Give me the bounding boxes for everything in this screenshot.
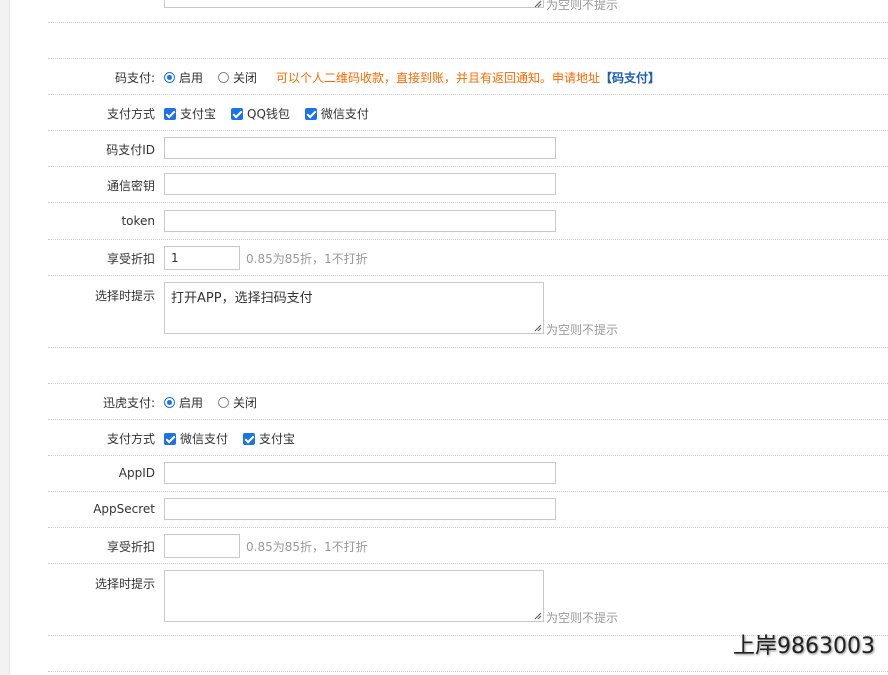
row-code-pay-prompt: 选择时提示 打开APP，选择扫码支付 为空则不提示	[48, 275, 888, 348]
code-pay-token-input[interactable]	[164, 210, 556, 232]
empty-no-hint: 为空则不提示	[546, 323, 619, 337]
row-code-pay-id: 码支付ID	[48, 130, 888, 167]
section-spacer	[48, 347, 888, 384]
row-xunhu-discount: 享受折扣 0.85为85折，1不打折	[48, 527, 888, 564]
code-pay-discount-label: 享受折扣	[106, 252, 155, 266]
row-code-pay-methods: 支付方式 支付宝 QQ钱包 微信支付	[48, 94, 888, 131]
code-pay-method-group: 支付宝 QQ钱包 微信支付	[164, 105, 384, 122]
row-xunhu-pay-methods: 支付方式 微信支付 支付宝	[48, 419, 888, 456]
code-pay-disable-option[interactable]: 关闭	[218, 69, 257, 86]
watermark-text: 上岸9863003	[733, 634, 875, 659]
resize-grip-icon[interactable]	[532, 0, 542, 8]
appid-input[interactable]	[164, 462, 556, 484]
appid-label: AppID	[118, 466, 155, 480]
method-wechat[interactable]: 微信支付	[164, 430, 228, 447]
left-sidebar-edge	[0, 0, 10, 675]
checkbox-checked-icon[interactable]	[231, 107, 244, 120]
checkbox-checked-icon[interactable]	[243, 432, 256, 445]
row-xunhu-appid: AppID	[48, 455, 888, 492]
section-spacer	[48, 22, 888, 59]
xunhu-prompt-label: 选择时提示	[94, 577, 155, 591]
method-alipay[interactable]: 支付宝	[243, 430, 295, 447]
radio-checked-icon[interactable]	[164, 397, 175, 408]
empty-no-hint: 为空则不提示	[546, 611, 619, 625]
xunhu-pay-label: 迅虎支付:	[102, 396, 155, 410]
xunhu-discount-label: 享受折扣	[106, 540, 155, 554]
code-pay-prompt-label: 选择时提示	[94, 289, 155, 303]
appsecret-label: AppSecret	[93, 502, 155, 516]
method-wechat[interactable]: 微信支付	[304, 105, 369, 122]
pay-method-label: 支付方式	[106, 107, 155, 121]
resize-grip-icon[interactable]	[532, 322, 542, 332]
code-pay-id-input[interactable]	[164, 137, 556, 159]
code-pay-key-input[interactable]	[164, 173, 556, 195]
row-code-pay-toggle: 码支付: 启用 关闭 可以个人二维码收款，直接到账，并且有返回通知。申请地址 【…	[48, 58, 888, 95]
xunhu-pay-method-group: 微信支付 支付宝	[164, 430, 310, 447]
xunhu-pay-disable-option[interactable]: 关闭	[218, 394, 257, 411]
code-pay-prompt-textarea[interactable]: 打开APP，选择扫码支付	[164, 282, 544, 334]
resize-grip-icon[interactable]	[532, 610, 542, 620]
method-alipay[interactable]: 支付宝	[164, 105, 216, 122]
radio-checked-icon[interactable]	[164, 72, 175, 83]
code-pay-notice: 可以个人二维码收款，直接到账，并且有返回通知。申请地址	[276, 71, 601, 85]
method-qq-wallet[interactable]: QQ钱包	[231, 105, 290, 122]
radio-unchecked-icon[interactable]	[218, 397, 230, 408]
code-pay-token-label: token	[121, 214, 155, 228]
code-pay-label: 码支付:	[114, 71, 155, 85]
code-pay-enable-option[interactable]: 启用	[164, 69, 203, 86]
discount-hint: 0.85为85折，1不打折	[246, 540, 368, 554]
xunhu-prompt-textarea[interactable]	[164, 570, 544, 622]
row-xunhu-pay-toggle: 迅虎支付: 启用 关闭	[48, 383, 888, 420]
radio-unchecked-icon[interactable]	[218, 72, 230, 83]
row-code-pay-key: 通信密钥	[48, 166, 888, 203]
code-pay-key-label: 通信密钥	[106, 179, 155, 193]
code-pay-id-label: 码支付ID	[106, 143, 155, 157]
code-pay-apply-link[interactable]: 【码支付】	[600, 69, 660, 86]
empty-no-hint: 为空则不提示	[546, 0, 619, 12]
checkbox-checked-icon[interactable]	[164, 432, 176, 445]
code-pay-discount-input[interactable]	[164, 246, 240, 270]
xunhu-pay-enable-option[interactable]: 启用	[164, 394, 203, 411]
checkbox-checked-icon[interactable]	[304, 107, 317, 120]
prev-prompt-textarea[interactable]	[164, 0, 544, 8]
row-code-pay-token: token	[48, 202, 888, 240]
code-pay-toggle: 启用 关闭 可以个人二维码收款，直接到账，并且有返回通知。申请地址 【码支付】	[164, 69, 660, 86]
appsecret-input[interactable]	[164, 498, 556, 520]
row-code-pay-discount: 享受折扣 0.85为85折，1不打折	[48, 239, 888, 276]
pay-method-label: 支付方式	[106, 432, 155, 446]
row-top-partial: 为空则不提示	[48, 0, 888, 23]
discount-hint: 0.85为85折，1不打折	[246, 252, 368, 266]
row-xunhu-appsecret: AppSecret	[48, 491, 888, 528]
row-xunhu-prompt: 选择时提示 为空则不提示	[48, 563, 888, 636]
checkbox-checked-icon[interactable]	[164, 107, 176, 120]
xunhu-pay-toggle: 启用 关闭	[164, 394, 272, 411]
xunhu-discount-input[interactable]	[164, 534, 240, 558]
